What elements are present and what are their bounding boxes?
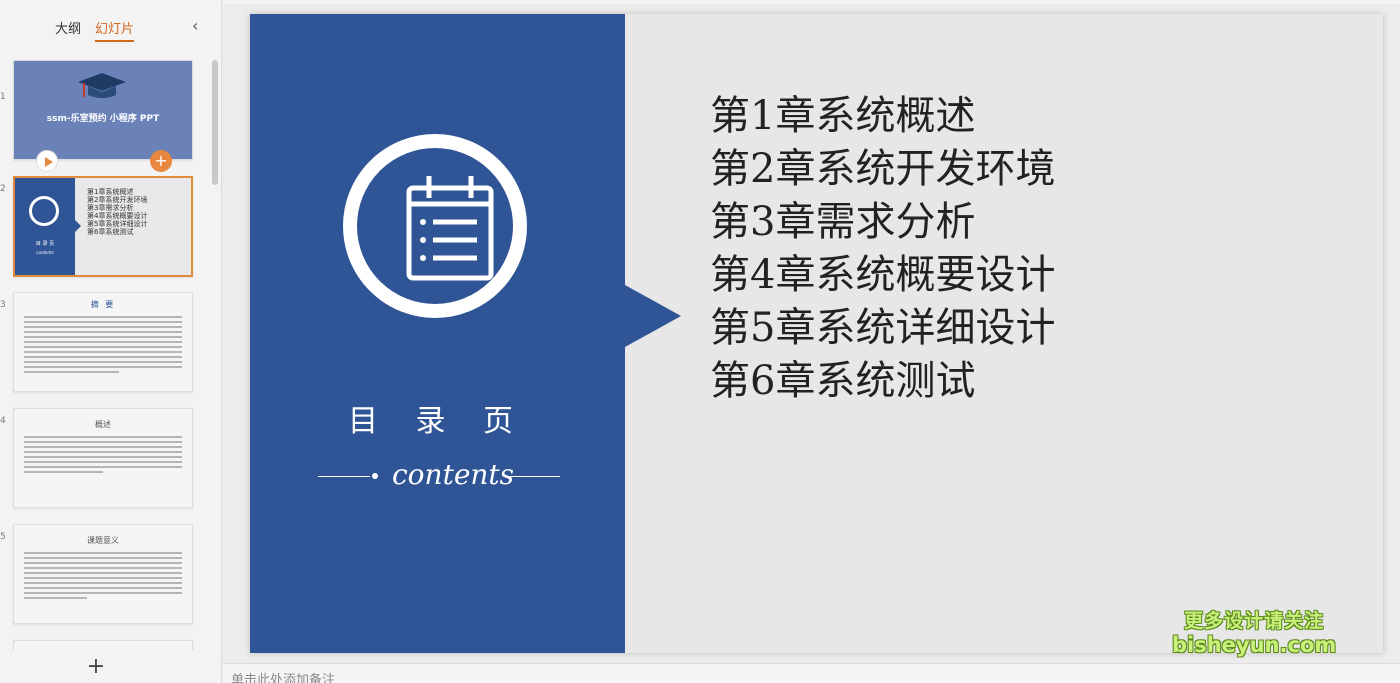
watermark: 更多设计请关注 bisheyun.com [1172,606,1336,657]
thumbnail-toc-item: 第5章系统详细设计 [87,220,148,228]
editor-right-edge [1386,4,1400,663]
thumbnail-toc-item: 第6章系统测试 [87,228,134,236]
thumbnail-heading: 摘 要 [90,300,116,309]
thumbnail-body-text [24,552,182,599]
toc-item-1[interactable]: 第1章系统概述 [710,90,1055,143]
tab-outline[interactable]: 大纲 [55,18,81,37]
thumbnail-list[interactable]: 1 ssm-乐室预约 小程序 PPT + 2 目 录 页 contents 第1… [0,54,222,650]
thumbnail-slide-5[interactable]: 课题意义 [13,524,193,624]
thumbnail-title: ssm-乐室预约 小程序 PPT [46,114,160,124]
slide-panel: 大纲 幻灯片 ‹ 1 ssm-乐室预约 小程序 PPT + 2 目 录 页 co… [0,0,222,683]
thumbnail-contents: contents [36,250,54,255]
play-slide-button[interactable] [36,150,58,172]
editor-top-edge [223,0,1400,4]
thumbnail-number: 1 [0,92,6,102]
notepad-icon [406,176,494,281]
thumbnail-slide-2[interactable]: 目 录 页 contents 第1章系统概述 第2章系统开发环境 第3章需求分析… [13,176,193,277]
table-of-contents[interactable]: 第1章系统概述 第2章系统开发环境 第3章需求分析 第4章系统概要设计 第5章系… [710,90,1055,408]
notepad-icon [29,196,59,226]
slide-section-label[interactable]: 目 录 页 [250,396,625,440]
thumbnail-slide-1[interactable]: ssm-乐室预约 小程序 PPT [13,60,193,160]
panel-tabs: 大纲 幻灯片 [55,18,135,42]
slide-canvas[interactable]: 目 录 页 contents 第1章系统概述 第2章系统开发环境 第3章需求分析… [250,14,1383,653]
arrow-decoration [625,285,681,347]
toc-item-4[interactable]: 第4章系统概要设计 [710,249,1055,302]
plus-icon: + [154,151,168,170]
contents-text[interactable]: contents [392,458,514,491]
tab-slides[interactable]: 幻灯片 [95,18,135,42]
thumbnail-number: 2 [0,184,6,194]
thumbnail-number: 4 [0,416,6,426]
divider [318,476,370,477]
thumbnail-number: 5 [0,532,6,542]
add-slide-button[interactable]: + [86,655,106,679]
chevron-left-icon: ‹ [192,16,199,35]
thumbnail-toc-item: 第4章系统概要设计 [87,212,148,220]
thumbnail-slide-6[interactable] [13,640,193,650]
thumbnail-toc-item: 第2章系统开发环境 [87,196,148,204]
notes-placeholder[interactable]: 单击此处添加备注 [231,669,335,683]
thumbnail-slide-4[interactable]: 概述 [13,408,193,508]
thumbnail-blue-panel: 目 录 页 contents [15,178,75,275]
contents-decoration: contents [318,458,563,494]
notes-pane[interactable]: 单击此处添加备注 [223,663,1400,683]
dot-decoration [372,473,378,479]
divider [510,476,560,477]
plus-icon: + [86,654,106,679]
toc-item-2[interactable]: 第2章系统开发环境 [710,143,1055,196]
thumbnail-heading: 概述 [95,420,111,429]
thumbnail-label: 目 录 页 [35,241,55,247]
toc-item-6[interactable]: 第6章系统测试 [710,355,1055,408]
slide-blue-panel: 目 录 页 contents [250,14,625,653]
thumbnail-toc: 第1章系统概述 第2章系统开发环境 第3章需求分析 第4章系统概要设计 第5章系… [87,188,147,236]
collapse-panel-button[interactable]: ‹ [192,16,206,36]
thumbnail-slide-3[interactable]: 摘 要 [13,292,193,392]
graduation-cap-icon [78,73,126,98]
toc-item-3[interactable]: 第3章需求分析 [710,196,1055,249]
thumbnail-heading: 课题意义 [87,536,119,545]
thumbnail-body-text [24,436,182,473]
arrow-decoration [75,220,81,232]
add-slide-after-button[interactable]: + [150,150,172,172]
toc-item-5[interactable]: 第5章系统详细设计 [710,302,1055,355]
thumbnail-scrollbar[interactable] [212,60,218,185]
watermark-line-1: 更多设计请关注 [1184,610,1325,632]
thumbnail-toc-item: 第1章系统概述 [87,188,134,196]
thumbnail-toc-item: 第3章需求分析 [87,204,134,212]
watermark-line-2: bisheyun.com [1172,633,1337,657]
thumbnail-body-text [24,316,182,373]
thumbnail-number: 3 [0,300,6,310]
